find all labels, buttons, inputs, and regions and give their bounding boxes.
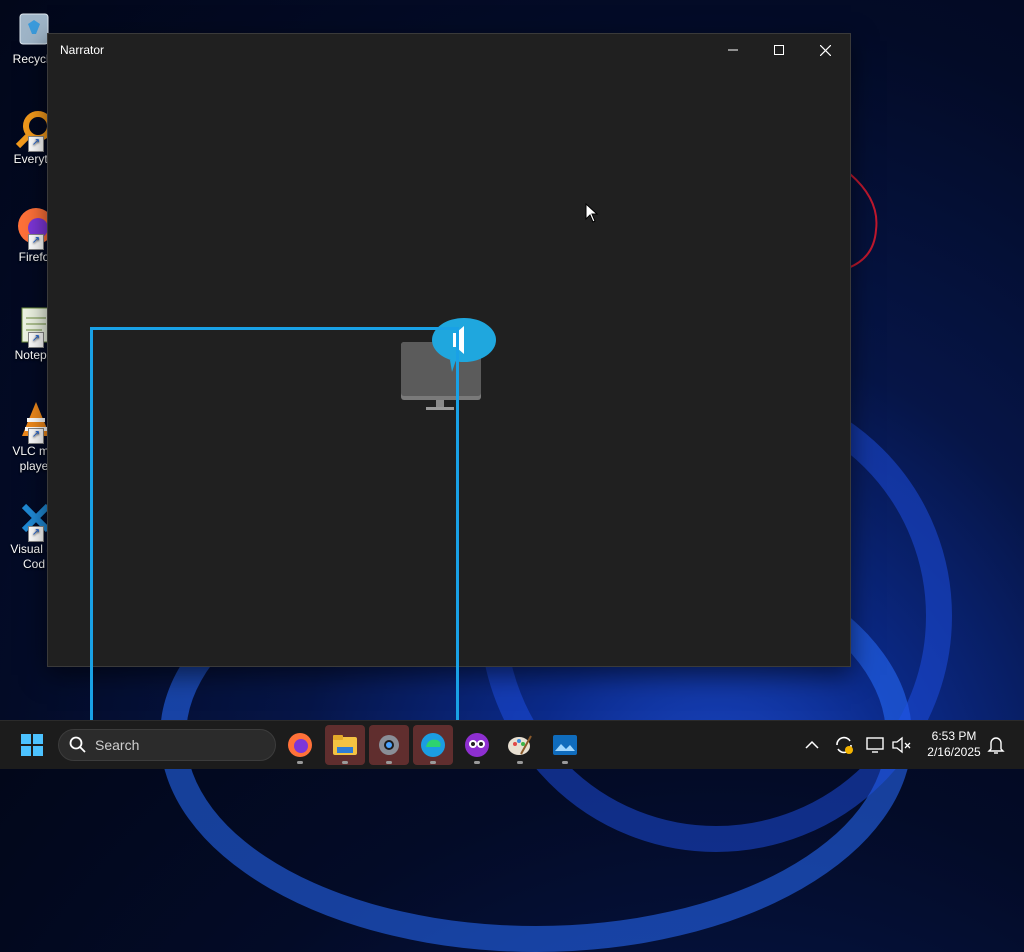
- taskbar-app-photos[interactable]: [545, 725, 585, 765]
- title-bar[interactable]: Narrator: [48, 34, 850, 66]
- shortcut-arrow-icon: ↗: [28, 234, 44, 250]
- notifications-button[interactable]: [984, 733, 1008, 757]
- taskbar: Search 6:53 PM 2/16/2025: [0, 720, 1024, 769]
- paint-icon: [508, 735, 532, 755]
- search-icon: [69, 736, 86, 753]
- shortcut-arrow-icon: ↗: [28, 526, 44, 542]
- taskbar-app-copilot[interactable]: [457, 725, 497, 765]
- update-status-button[interactable]: [832, 733, 856, 757]
- settings-icon: [379, 735, 399, 755]
- windows-start-icon: [21, 734, 43, 756]
- maximize-icon: [774, 45, 784, 55]
- taskbar-app-firefox[interactable]: [280, 725, 320, 765]
- sync-update-icon: [836, 736, 853, 754]
- close-icon: [819, 44, 831, 56]
- clock-date: 2/16/2025: [927, 745, 981, 759]
- file-explorer-icon: [333, 735, 357, 755]
- firefox-icon: [288, 733, 312, 757]
- shortcut-arrow-icon: ↗: [28, 332, 44, 348]
- narrator-focus-rectangle: [90, 327, 459, 735]
- network-button[interactable]: [864, 733, 888, 757]
- minimize-icon: [728, 49, 738, 51]
- shortcut-arrow-icon: ↗: [28, 428, 44, 444]
- copilot-icon: [465, 733, 489, 757]
- shortcut-arrow-icon: ↗: [28, 136, 44, 152]
- window-title: Narrator: [60, 43, 105, 57]
- search-placeholder: Search: [95, 737, 140, 753]
- clock-time: 6:53 PM: [931, 729, 977, 743]
- bell-icon: [987, 737, 1005, 754]
- photos-icon: [553, 735, 577, 755]
- start-button[interactable]: [12, 725, 52, 765]
- taskbar-app-file-explorer[interactable]: [325, 725, 365, 765]
- taskbar-app-edge[interactable]: [413, 725, 453, 765]
- taskbar-app-paint[interactable]: [500, 725, 540, 765]
- close-button[interactable]: [802, 34, 848, 66]
- volume-button[interactable]: [890, 733, 914, 757]
- taskbar-search-box[interactable]: Search: [58, 729, 276, 761]
- taskbar-clock[interactable]: 6:53 PM 2/16/2025: [916, 728, 992, 760]
- network-icon: [866, 737, 884, 753]
- chevron-up-icon: [805, 740, 819, 749]
- mouse-cursor-icon: [585, 203, 599, 223]
- volume-muted-icon: [892, 736, 911, 754]
- edge-icon: [421, 733, 445, 757]
- minimize-button[interactable]: [710, 34, 756, 66]
- maximize-button[interactable]: [756, 34, 802, 66]
- show-hidden-icons-button[interactable]: [800, 733, 824, 757]
- taskbar-app-settings[interactable]: [369, 725, 409, 765]
